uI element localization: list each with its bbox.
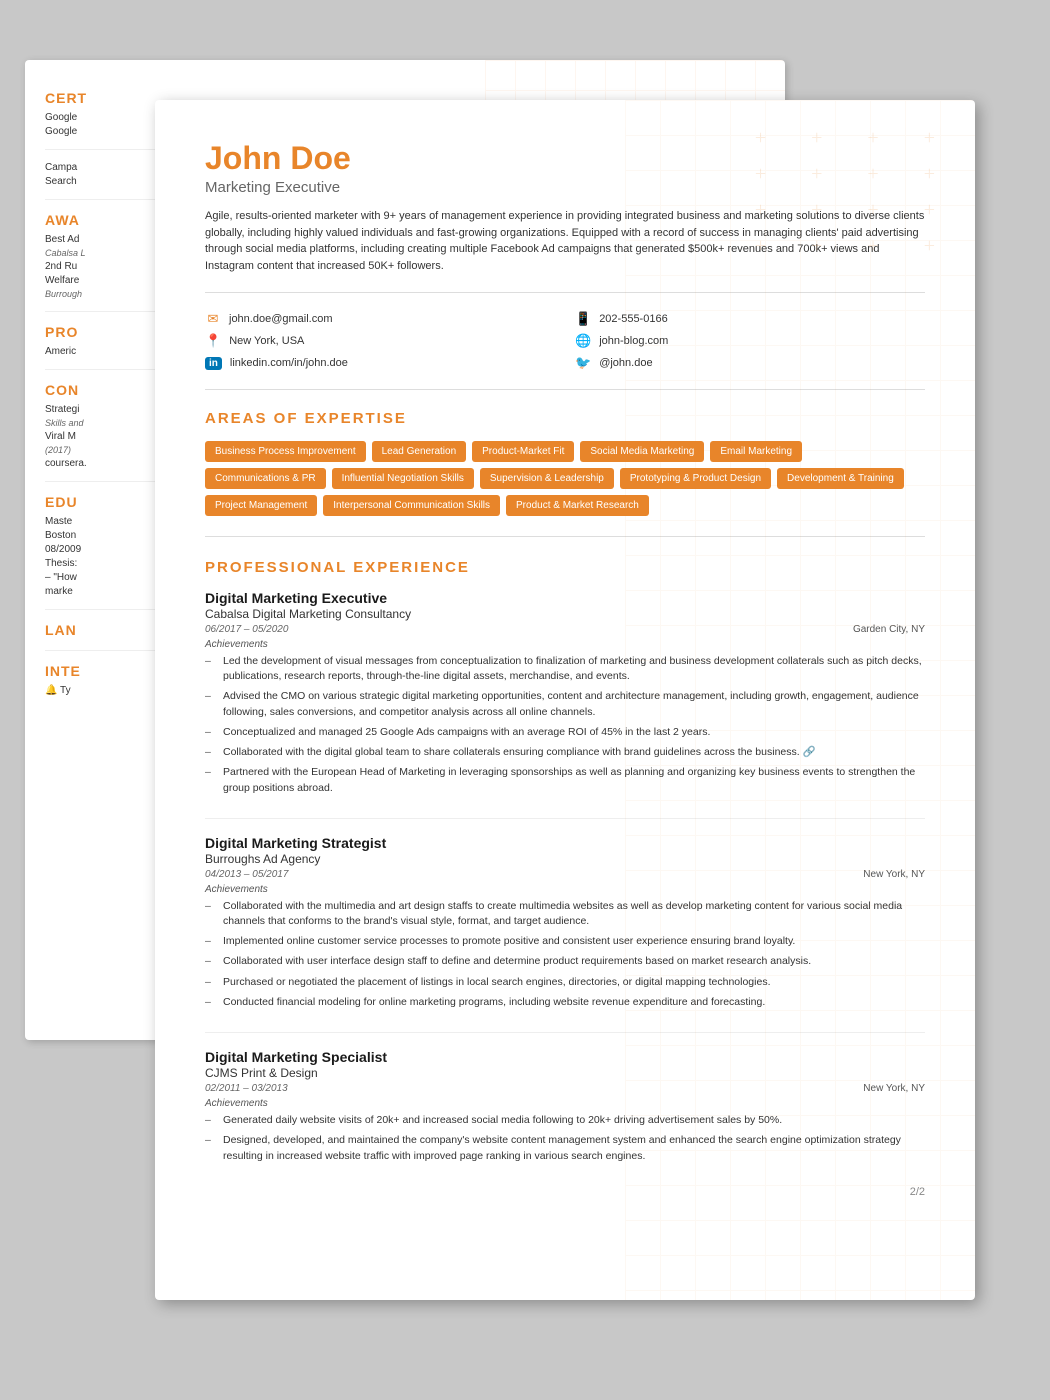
email-icon: ✉: [205, 311, 221, 327]
tag-cpr: Communications & PR: [205, 468, 326, 489]
dash: –: [205, 954, 215, 969]
phone-icon: 📱: [575, 311, 591, 327]
job-1-dates: 06/2017 – 05/2020: [205, 624, 288, 635]
tag-lg: Lead Generation: [372, 441, 467, 462]
dash: –: [205, 995, 215, 1010]
tag-ins: Influential Negotiation Skills: [332, 468, 474, 489]
front-decoration: [625, 100, 975, 1300]
location-icon: 📍: [205, 333, 221, 349]
contact-location: 📍 New York, USA: [205, 333, 555, 349]
dash: –: [205, 765, 215, 795]
dash: –: [205, 654, 215, 684]
decoration-plus: + + + + + + + + + + + + + + + +: [755, 120, 955, 264]
dash: –: [205, 899, 215, 929]
tag-sl: Supervision & Leadership: [480, 468, 614, 489]
website-icon: 🌐: [575, 333, 591, 349]
tag-pm: Project Management: [205, 495, 317, 516]
tag-pmf: Product-Market Fit: [472, 441, 574, 462]
twitter-icon: 🐦: [575, 355, 591, 371]
dash: –: [205, 934, 215, 949]
dash: –: [205, 725, 215, 740]
job-2-dates: 04/2013 – 05/2017: [205, 869, 288, 880]
page-front: + + + + + + + + + + + + + + + + John Doe…: [155, 100, 975, 1300]
location-text: New York, USA: [229, 335, 304, 347]
dash: –: [205, 975, 215, 990]
contact-linkedin: in linkedin.com/in/john.doe: [205, 355, 555, 371]
dash: –: [205, 689, 215, 719]
tag-bpi: Business Process Improvement: [205, 441, 366, 462]
dash: –: [205, 745, 215, 760]
page-wrapper: CERT Google Google Campa Search AWA Best…: [35, 40, 1015, 1300]
linkedin-icon: in: [205, 357, 222, 370]
dash: –: [205, 1133, 215, 1163]
linkedin-text: linkedin.com/in/john.doe: [230, 357, 348, 369]
contact-email: ✉ john.doe@gmail.com: [205, 311, 555, 327]
email-text: john.doe@gmail.com: [229, 313, 333, 325]
tag-ics: Interpersonal Communication Skills: [323, 495, 500, 516]
dash: –: [205, 1113, 215, 1128]
job-3-dates: 02/2011 – 03/2013: [205, 1083, 288, 1094]
